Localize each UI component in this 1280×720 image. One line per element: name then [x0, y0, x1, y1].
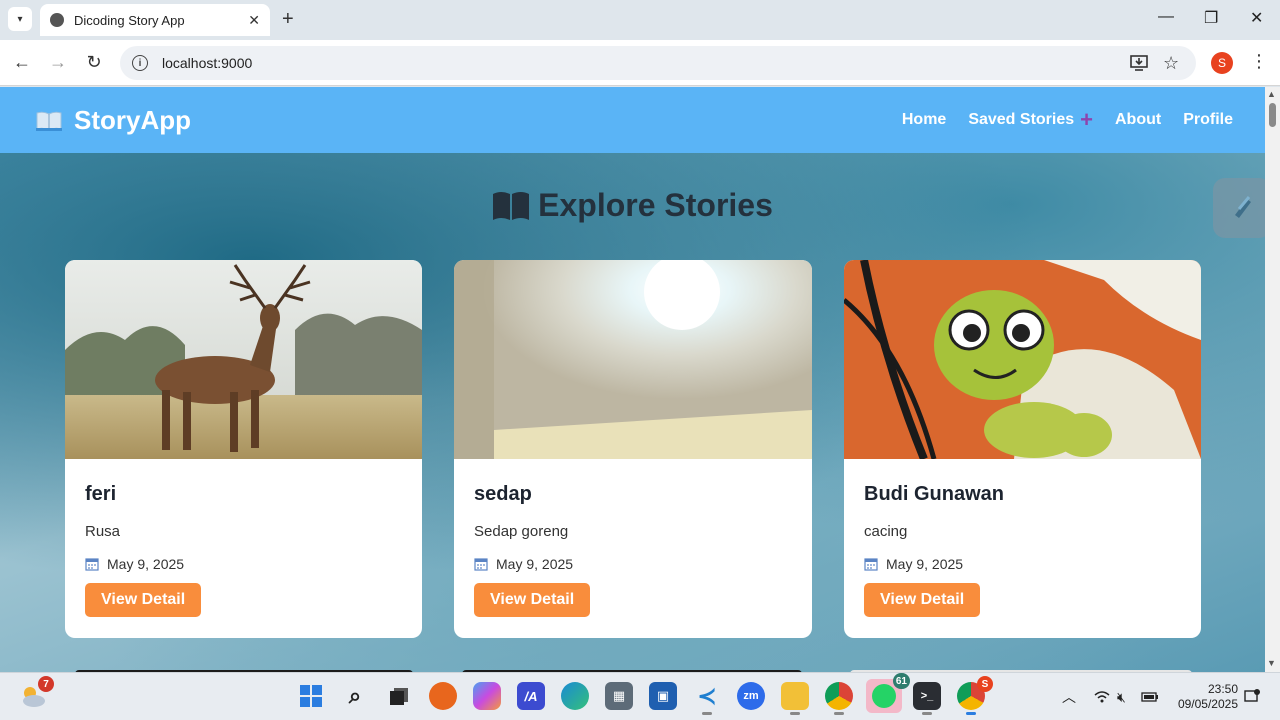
- story-date-text: May 9, 2025: [107, 556, 185, 572]
- chrome-profile-icon[interactable]: [825, 682, 853, 715]
- terminal-icon[interactable]: >_: [913, 682, 941, 715]
- active-indicator: [834, 712, 844, 715]
- app-header: StoryApp Home Saved Stories + About Prof…: [0, 87, 1265, 153]
- active-indicator: [966, 712, 976, 715]
- calendar-icon: [474, 558, 488, 571]
- new-tab-icon[interactable]: +: [282, 8, 294, 30]
- url-text: localhost:9000: [162, 55, 253, 71]
- page-scrollbar[interactable]: ▲ ▼: [1265, 87, 1280, 672]
- clock[interactable]: 23:50 09/05/2025: [1170, 682, 1238, 712]
- editor-app-icon[interactable]: /A: [517, 682, 545, 710]
- story-description: Sedap goreng: [474, 523, 569, 540]
- nav-saved-label: Saved Stories: [968, 111, 1075, 128]
- file-explorer-icon[interactable]: [781, 682, 809, 715]
- story-image-deer[interactable]: [65, 260, 422, 459]
- story-card: feri Rusa May 9, 2025 View Detail: [65, 260, 422, 638]
- story-image-ceiling-light[interactable]: [454, 260, 812, 459]
- copilot-icon[interactable]: [473, 682, 501, 710]
- reload-icon[interactable]: ↻: [83, 52, 105, 73]
- scroll-up-icon[interactable]: ▲: [1267, 89, 1276, 99]
- browser-menu-icon[interactable]: ⋮: [1250, 51, 1268, 72]
- story-image-caterpillar-mural[interactable]: [844, 260, 1201, 459]
- search-icon[interactable]: ⌕: [341, 682, 369, 710]
- chrome-icon[interactable]: S: [957, 676, 993, 715]
- view-detail-button[interactable]: View Detail: [864, 583, 981, 617]
- minimize-icon[interactable]: —: [1158, 8, 1174, 26]
- clock-date: 09/05/2025: [1177, 697, 1238, 711]
- page-title: Explore Stories: [0, 187, 1265, 224]
- volume-muted-icon[interactable]: 🔇︎: [1117, 673, 1126, 720]
- clock-time: 23:50: [1207, 682, 1238, 696]
- open-book-icon: [36, 111, 62, 131]
- story-author: sedap: [474, 483, 532, 505]
- main-nav: Home Saved Stories + About Profile: [902, 107, 1233, 132]
- story-author: Budi Gunawan: [864, 483, 1004, 505]
- wifi-icon[interactable]: [1094, 673, 1110, 720]
- weather-widget-icon[interactable]: 7: [18, 676, 54, 710]
- scroll-thumb[interactable]: [1269, 103, 1276, 127]
- close-window-icon[interactable]: ✕: [1250, 8, 1263, 28]
- story-date: May 9, 2025: [474, 556, 792, 572]
- notification-icon[interactable]: [1244, 673, 1260, 720]
- story-description: cacing: [864, 523, 908, 540]
- profile-avatar[interactable]: S: [1211, 52, 1233, 74]
- tab-search-chevron-icon[interactable]: ▾: [8, 7, 32, 31]
- story-date: May 9, 2025: [85, 556, 402, 572]
- brand[interactable]: StoryApp: [36, 105, 191, 136]
- calendar-icon: [864, 558, 878, 571]
- brand-name: StoryApp: [74, 105, 191, 135]
- back-icon[interactable]: ←: [11, 52, 33, 73]
- zoom-icon[interactable]: zm: [737, 682, 765, 710]
- nav-home[interactable]: Home: [902, 111, 946, 129]
- vscode-icon[interactable]: ≺: [693, 682, 721, 715]
- plus-icon: +: [1080, 107, 1093, 132]
- nav-profile[interactable]: Profile: [1183, 111, 1233, 129]
- view-detail-button[interactable]: View Detail: [85, 583, 202, 617]
- whatsapp-badge: 61: [892, 673, 910, 689]
- story-date-text: May 9, 2025: [496, 556, 574, 572]
- forward-icon[interactable]: →: [47, 52, 69, 73]
- whatsapp-icon[interactable]: 61: [866, 673, 910, 713]
- story-description: Rusa: [85, 523, 121, 540]
- extension-widget-icon[interactable]: [1213, 178, 1271, 238]
- scroll-down-icon[interactable]: ▼: [1267, 658, 1276, 668]
- start-windows-icon[interactable]: [297, 682, 325, 710]
- restore-icon[interactable]: ❐: [1204, 8, 1218, 28]
- story-date-text: May 9, 2025: [886, 556, 964, 572]
- task-view-icon[interactable]: [385, 682, 413, 710]
- story-card: sedap Sedap goreng May 9, 2025 View Deta…: [454, 260, 812, 638]
- browser-toolbar: ← → ↻ i localhost:9000 ☆ S ⋮: [0, 40, 1280, 86]
- site-info-icon[interactable]: i: [132, 55, 148, 71]
- nav-saved-stories[interactable]: Saved Stories +: [968, 107, 1093, 132]
- bookmark-star-icon[interactable]: ☆: [1163, 46, 1179, 80]
- nav-about[interactable]: About: [1115, 111, 1161, 129]
- globe-icon: [50, 13, 64, 27]
- story-author: feri: [85, 483, 117, 505]
- browser-tabbar: ▾ Dicoding Story App ✕ + — ❐ ✕: [0, 0, 1280, 40]
- active-indicator: [922, 712, 932, 715]
- address-bar[interactable]: i localhost:9000 ☆: [120, 46, 1196, 80]
- calculator-icon[interactable]: ▦: [605, 682, 633, 710]
- chrome-badge: S: [977, 676, 993, 692]
- story-card: Budi Gunawan cacing May 9, 2025 View Det…: [844, 260, 1201, 638]
- weather-badge: 7: [38, 676, 54, 692]
- page-viewport: StoryApp Home Saved Stories + About Prof…: [0, 87, 1265, 672]
- book-open-icon: [493, 191, 530, 220]
- close-tab-icon[interactable]: ✕: [248, 12, 260, 29]
- taskbar: 7 ⌕ /A ▦ ▣ ≺ zm 61 >_ S ︿ 🔇︎ 23:50 09/05…: [0, 672, 1280, 720]
- calendar-icon: [85, 558, 99, 571]
- firefox-icon[interactable]: [429, 682, 457, 710]
- edge-icon[interactable]: [561, 682, 589, 710]
- install-app-icon[interactable]: [1130, 46, 1148, 80]
- section-title-text: Explore Stories: [538, 187, 773, 223]
- battery-icon[interactable]: [1141, 673, 1159, 720]
- story-date: May 9, 2025: [864, 556, 1181, 572]
- view-detail-button[interactable]: View Detail: [474, 583, 591, 617]
- browser-tab[interactable]: Dicoding Story App ✕: [40, 4, 270, 36]
- store-icon[interactable]: ▣: [649, 682, 677, 710]
- tab-title: Dicoding Story App: [74, 12, 185, 28]
- active-indicator: [790, 712, 800, 715]
- active-indicator: [702, 712, 712, 715]
- tray-overflow-icon[interactable]: ︿: [1062, 673, 1076, 720]
